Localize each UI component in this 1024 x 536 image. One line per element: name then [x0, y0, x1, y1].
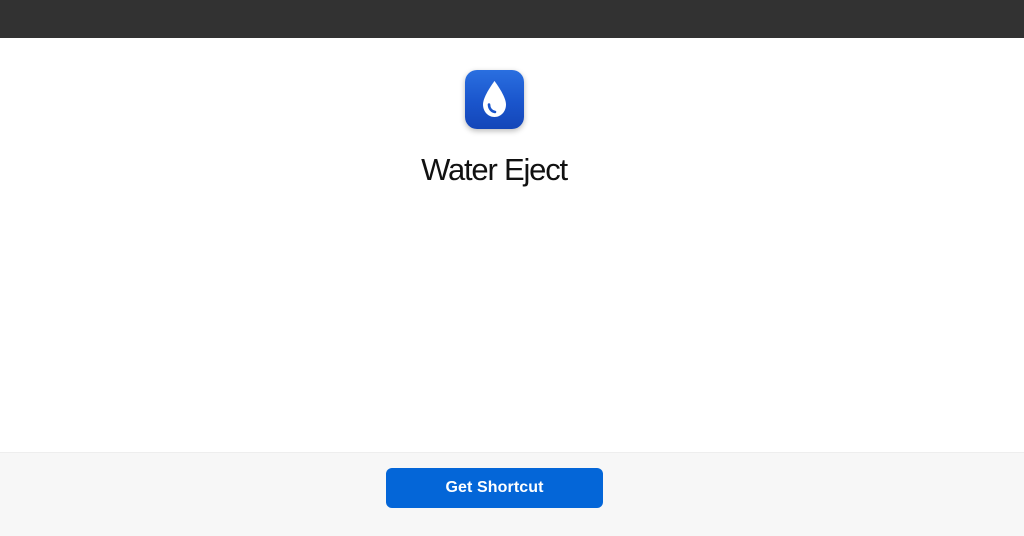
- shortcut-app-icon: [465, 70, 524, 129]
- water-drop-icon: [483, 81, 506, 117]
- footer-bar: Get Shortcut: [0, 452, 1024, 536]
- get-shortcut-button[interactable]: Get Shortcut: [386, 468, 603, 508]
- shortcut-card: Water Eject: [0, 38, 1024, 452]
- shortcut-title: Water Eject: [421, 152, 568, 187]
- top-bar: [0, 0, 1024, 38]
